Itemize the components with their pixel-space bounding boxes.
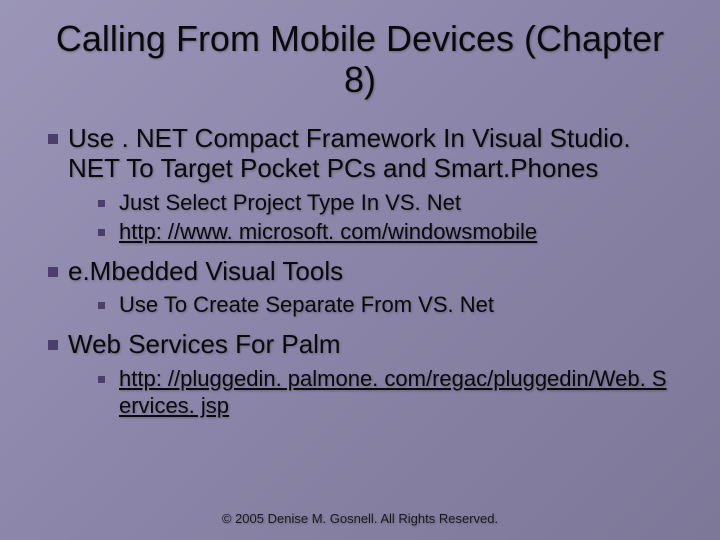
square-bullet-icon — [48, 340, 58, 350]
square-bullet-icon — [48, 267, 58, 277]
square-bullet-icon — [98, 376, 105, 383]
slide: Calling From Mobile Devices (Chapter 8) … — [0, 0, 720, 540]
copyright-footer: © 2005 Denise M. Gosnell. All Rights Res… — [0, 511, 720, 526]
sub-bullet-link[interactable]: http: //pluggedin. palmone. com/regac/pl… — [119, 366, 680, 420]
square-bullet-icon — [48, 134, 58, 144]
sub-bullet-item: http: //pluggedin. palmone. com/regac/pl… — [40, 366, 680, 420]
sub-bullet-link[interactable]: http: //www. microsoft. com/windowsmobil… — [119, 219, 537, 246]
sub-bullet-text: Just Select Project Type In VS. Net — [119, 190, 461, 217]
square-bullet-icon — [98, 200, 105, 207]
sub-bullet-item: http: //www. microsoft. com/windowsmobil… — [40, 219, 680, 246]
bullet-item: e.Mbedded Visual Tools — [40, 256, 680, 287]
square-bullet-icon — [98, 302, 105, 309]
bullet-text: Web Services For Palm — [68, 329, 341, 360]
slide-title: Calling From Mobile Devices (Chapter 8) — [40, 18, 680, 101]
square-bullet-icon — [98, 229, 105, 236]
sub-bullet-text: Use To Create Separate From VS. Net — [119, 292, 494, 319]
bullet-item: Use . NET Compact Framework In Visual St… — [40, 123, 680, 184]
sub-bullet-item: Just Select Project Type In VS. Net — [40, 190, 680, 217]
bullet-item: Web Services For Palm — [40, 329, 680, 360]
sub-bullet-item: Use To Create Separate From VS. Net — [40, 292, 680, 319]
bullet-text: e.Mbedded Visual Tools — [68, 256, 343, 287]
bullet-text: Use . NET Compact Framework In Visual St… — [68, 123, 680, 184]
